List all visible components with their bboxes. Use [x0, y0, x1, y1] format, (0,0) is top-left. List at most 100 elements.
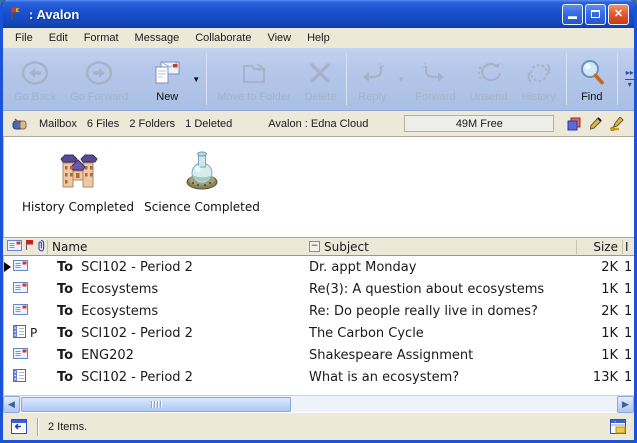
unsend-icon	[475, 58, 503, 88]
horizontal-scrollbar[interactable]: ◀ ▶	[3, 395, 634, 412]
close-button[interactable]: ✕	[608, 4, 629, 25]
edit-pencil-icon[interactable]	[589, 117, 602, 131]
folders-count: 2 Folders	[129, 118, 175, 130]
move-to-folder-icon	[239, 58, 269, 88]
deleted-count: 1 Deleted	[185, 118, 232, 130]
mailbox-info-bar: Mailbox 6 Files 2 Folders 1 Deleted Aval…	[3, 111, 634, 137]
document-icon	[13, 325, 26, 342]
reply-icon	[357, 58, 387, 88]
forward-arrow-icon	[420, 58, 450, 88]
list-header: Name − Subject Size I	[3, 237, 634, 256]
date-text: 1	[622, 370, 634, 385]
collapse-panel-icon[interactable]	[11, 419, 27, 434]
resume-pencil-icon[interactable]	[610, 117, 626, 131]
scroll-left-arrow-icon[interactable]: ◀	[3, 396, 20, 413]
split-view-icon[interactable]	[567, 117, 581, 131]
to-label: To	[57, 304, 73, 319]
history-button[interactable]: History	[515, 50, 563, 108]
recipient-name: SCI102 - Period 2	[81, 260, 193, 275]
menu-format[interactable]: Format	[76, 30, 127, 46]
statusbar-separator	[37, 418, 38, 436]
to-label: To	[57, 260, 73, 275]
size-text: 1K	[576, 282, 622, 297]
date-text: 1	[622, 348, 634, 363]
subject-text: Shakespeare Assignment	[305, 348, 576, 363]
toolbar-separator	[206, 53, 207, 105]
toolbar-separator	[566, 53, 567, 105]
message-row[interactable]: ToSCI102 - Period 2 What is an ecosystem…	[3, 366, 634, 388]
new-dropdown-arrow[interactable]: ▼	[189, 50, 203, 108]
message-icon	[13, 282, 28, 297]
delete-x-icon	[307, 58, 333, 88]
items-count-text: 2 Items.	[48, 421, 87, 433]
delete-button[interactable]: Delete	[298, 50, 344, 108]
menu-help[interactable]: Help	[299, 30, 338, 46]
message-type-icon[interactable]	[7, 240, 22, 254]
subject-text: The Carbon Cycle	[305, 326, 576, 341]
message-icon	[13, 348, 28, 363]
flag-icon[interactable]	[25, 239, 34, 254]
go-forward-button[interactable]: Go Forward	[63, 50, 135, 108]
message-icon	[13, 304, 28, 319]
size-text: 1K	[576, 326, 622, 341]
files-count: 6 Files	[87, 118, 119, 130]
to-label: To	[57, 282, 73, 297]
menu-edit[interactable]: Edit	[41, 30, 76, 46]
account-name: Avalon : Edna Cloud	[268, 118, 368, 130]
subject-text: What is an ecosystem?	[305, 370, 576, 385]
go-back-button[interactable]: Go Back	[7, 50, 63, 108]
date-text: 1	[622, 260, 634, 275]
collapse-subject-icon[interactable]: −	[309, 241, 320, 252]
history-globe-icon	[525, 58, 553, 88]
minimize-button[interactable]: ▬	[562, 4, 583, 25]
show-panel-icon[interactable]	[610, 419, 626, 434]
to-label: To	[57, 370, 73, 385]
find-magnifier-icon	[577, 58, 607, 88]
shortcut-history-completed[interactable]: History Completed	[28, 149, 128, 237]
menu-collaborate[interactable]: Collaborate	[187, 30, 259, 46]
move-to-folder-button[interactable]: Move to Folder	[210, 50, 297, 108]
recipient-name: Ecosystems	[81, 304, 158, 319]
free-space-text: 49M Free	[456, 118, 503, 130]
toolbar-separator	[346, 53, 347, 105]
find-button[interactable]: Find	[570, 50, 614, 108]
document-icon	[13, 369, 26, 386]
forward-button[interactable]: Forward	[408, 50, 462, 108]
column-header-subject[interactable]: − Subject	[305, 240, 576, 254]
window-title: : Avalon	[29, 7, 557, 22]
app-window: : Avalon ▬ ✕ File Edit Format Message Co…	[0, 0, 637, 443]
reply-button[interactable]: Reply	[350, 50, 394, 108]
attachment-icon[interactable]	[37, 239, 45, 255]
size-text: 2K	[576, 304, 622, 319]
priority-flag: P	[30, 326, 42, 340]
menu-file[interactable]: File	[7, 30, 41, 46]
message-row[interactable]: ToENG202 Shakespeare Assignment 1K 1	[3, 344, 634, 366]
reply-dropdown-arrow[interactable]: ▼	[394, 50, 408, 108]
status-bar: 2 Items.	[3, 412, 634, 440]
column-header-last-modified[interactable]: I	[622, 240, 634, 254]
shortcut-science-completed[interactable]: Science Completed	[152, 149, 252, 237]
message-row[interactable]: ToEcosystems Re(3): A question about eco…	[3, 278, 634, 300]
title-bar[interactable]: : Avalon ▬ ✕	[3, 0, 634, 28]
scrollbar-thumb[interactable]	[21, 397, 291, 412]
column-header-name[interactable]: Name	[47, 240, 305, 254]
maximize-button[interactable]	[585, 4, 606, 25]
new-button[interactable]: New	[145, 50, 189, 108]
toolbar: Go Back Go Forward New	[3, 47, 634, 111]
message-row[interactable]: ToSCI102 - Period 2 Dr. appt Monday 2K 1	[3, 256, 634, 278]
menu-message[interactable]: Message	[127, 30, 188, 46]
to-label: To	[57, 326, 73, 341]
subject-text: Re: Do people really live in domes?	[305, 304, 576, 319]
menu-view[interactable]: View	[259, 30, 299, 46]
message-row[interactable]: To Ecosystems Re: Do people really live i…	[3, 300, 634, 322]
shortcut-label: History Completed	[22, 200, 134, 214]
message-icon	[13, 260, 28, 275]
message-row[interactable]: P ToSCI102 - Period 2 The Carbon Cycle 1…	[3, 322, 634, 344]
message-list: ToSCI102 - Period 2 Dr. appt Monday 2K 1…	[3, 256, 634, 395]
size-text: 13K	[576, 370, 622, 385]
mailbox-icon	[11, 116, 29, 132]
unsend-button[interactable]: Unsend	[463, 50, 515, 108]
scroll-right-arrow-icon[interactable]: ▶	[617, 396, 634, 413]
toolbar-expander-icon[interactable]: ▸▸▾	[621, 50, 637, 108]
column-header-size[interactable]: Size	[576, 240, 622, 254]
